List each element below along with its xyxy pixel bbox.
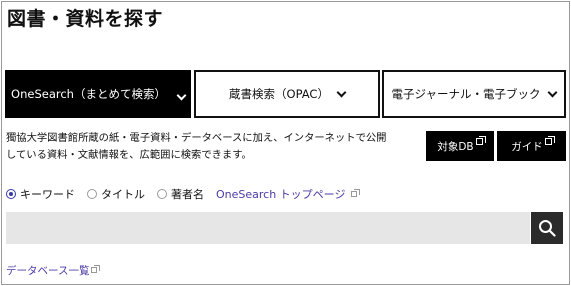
guide-label: ガイド — [511, 140, 543, 153]
search-description: 獨協大学図書館所蔵の紙・電子資料・データベースに加え、インターネットで公開 して… — [6, 130, 416, 164]
guide-button[interactable]: ガイド — [497, 131, 566, 161]
chevron-down-icon — [548, 87, 558, 97]
radio-title-label: タイトル — [101, 188, 145, 201]
radio-author[interactable]: 著者名 — [157, 186, 204, 202]
search-field-options: キーワード タイトル 著者名 OneSearch トップページ — [6, 186, 360, 202]
tab-ejournal-ebook[interactable]: 電子ジャーナル・電子ブック — [382, 70, 566, 118]
radio-title[interactable]: タイトル — [87, 186, 145, 202]
tab-opac[interactable]: 蔵書検索（OPAC） — [194, 70, 380, 118]
radio-keyword[interactable]: キーワード — [6, 186, 75, 202]
search-button[interactable] — [531, 212, 563, 244]
tab-onesearch[interactable]: OneSearch（まとめて検索） — [5, 70, 191, 118]
radio-author-label: 著者名 — [171, 188, 204, 201]
onesearch-top-link-label: OneSearch トップページ — [216, 188, 346, 201]
database-list-link[interactable]: データベース一覧 — [6, 263, 101, 278]
chevron-down-icon — [176, 90, 187, 100]
tab-ejournal-ebook-label: 電子ジャーナル・電子ブック — [391, 87, 541, 101]
onesearch-top-link[interactable]: OneSearch トップページ — [216, 186, 360, 202]
database-list-label: データベース一覧 — [6, 265, 90, 277]
external-link-icon — [91, 264, 101, 273]
external-link-icon — [475, 135, 486, 145]
chevron-down-icon — [336, 87, 347, 97]
radio-unselected-icon[interactable] — [87, 189, 97, 199]
target-db-label: 対象DB — [437, 140, 474, 153]
search-input[interactable] — [6, 212, 530, 244]
page-title: 図書・資料を探す — [7, 8, 164, 30]
radio-selected-icon[interactable] — [6, 189, 16, 199]
description-line: 獨協大学図書館所蔵の紙・電子資料・データベースに加え、インターネットで公開 — [6, 132, 387, 144]
search-icon — [539, 220, 556, 237]
external-link-icon — [350, 189, 360, 197]
search-tabs: OneSearch（まとめて検索） 蔵書検索（OPAC） 電子ジャーナル・電子ブ… — [5, 70, 566, 118]
radio-keyword-label: キーワード — [20, 188, 75, 201]
target-db-button[interactable]: 対象DB — [426, 131, 494, 161]
tab-opac-label: 蔵書検索（OPAC） — [229, 87, 329, 101]
radio-unselected-icon[interactable] — [157, 189, 167, 199]
tab-onesearch-label: OneSearch（まとめて検索） — [11, 87, 166, 101]
description-line: している資料・文献情報を、広範囲に検索できます。 — [6, 149, 252, 161]
external-link-icon — [544, 135, 555, 145]
